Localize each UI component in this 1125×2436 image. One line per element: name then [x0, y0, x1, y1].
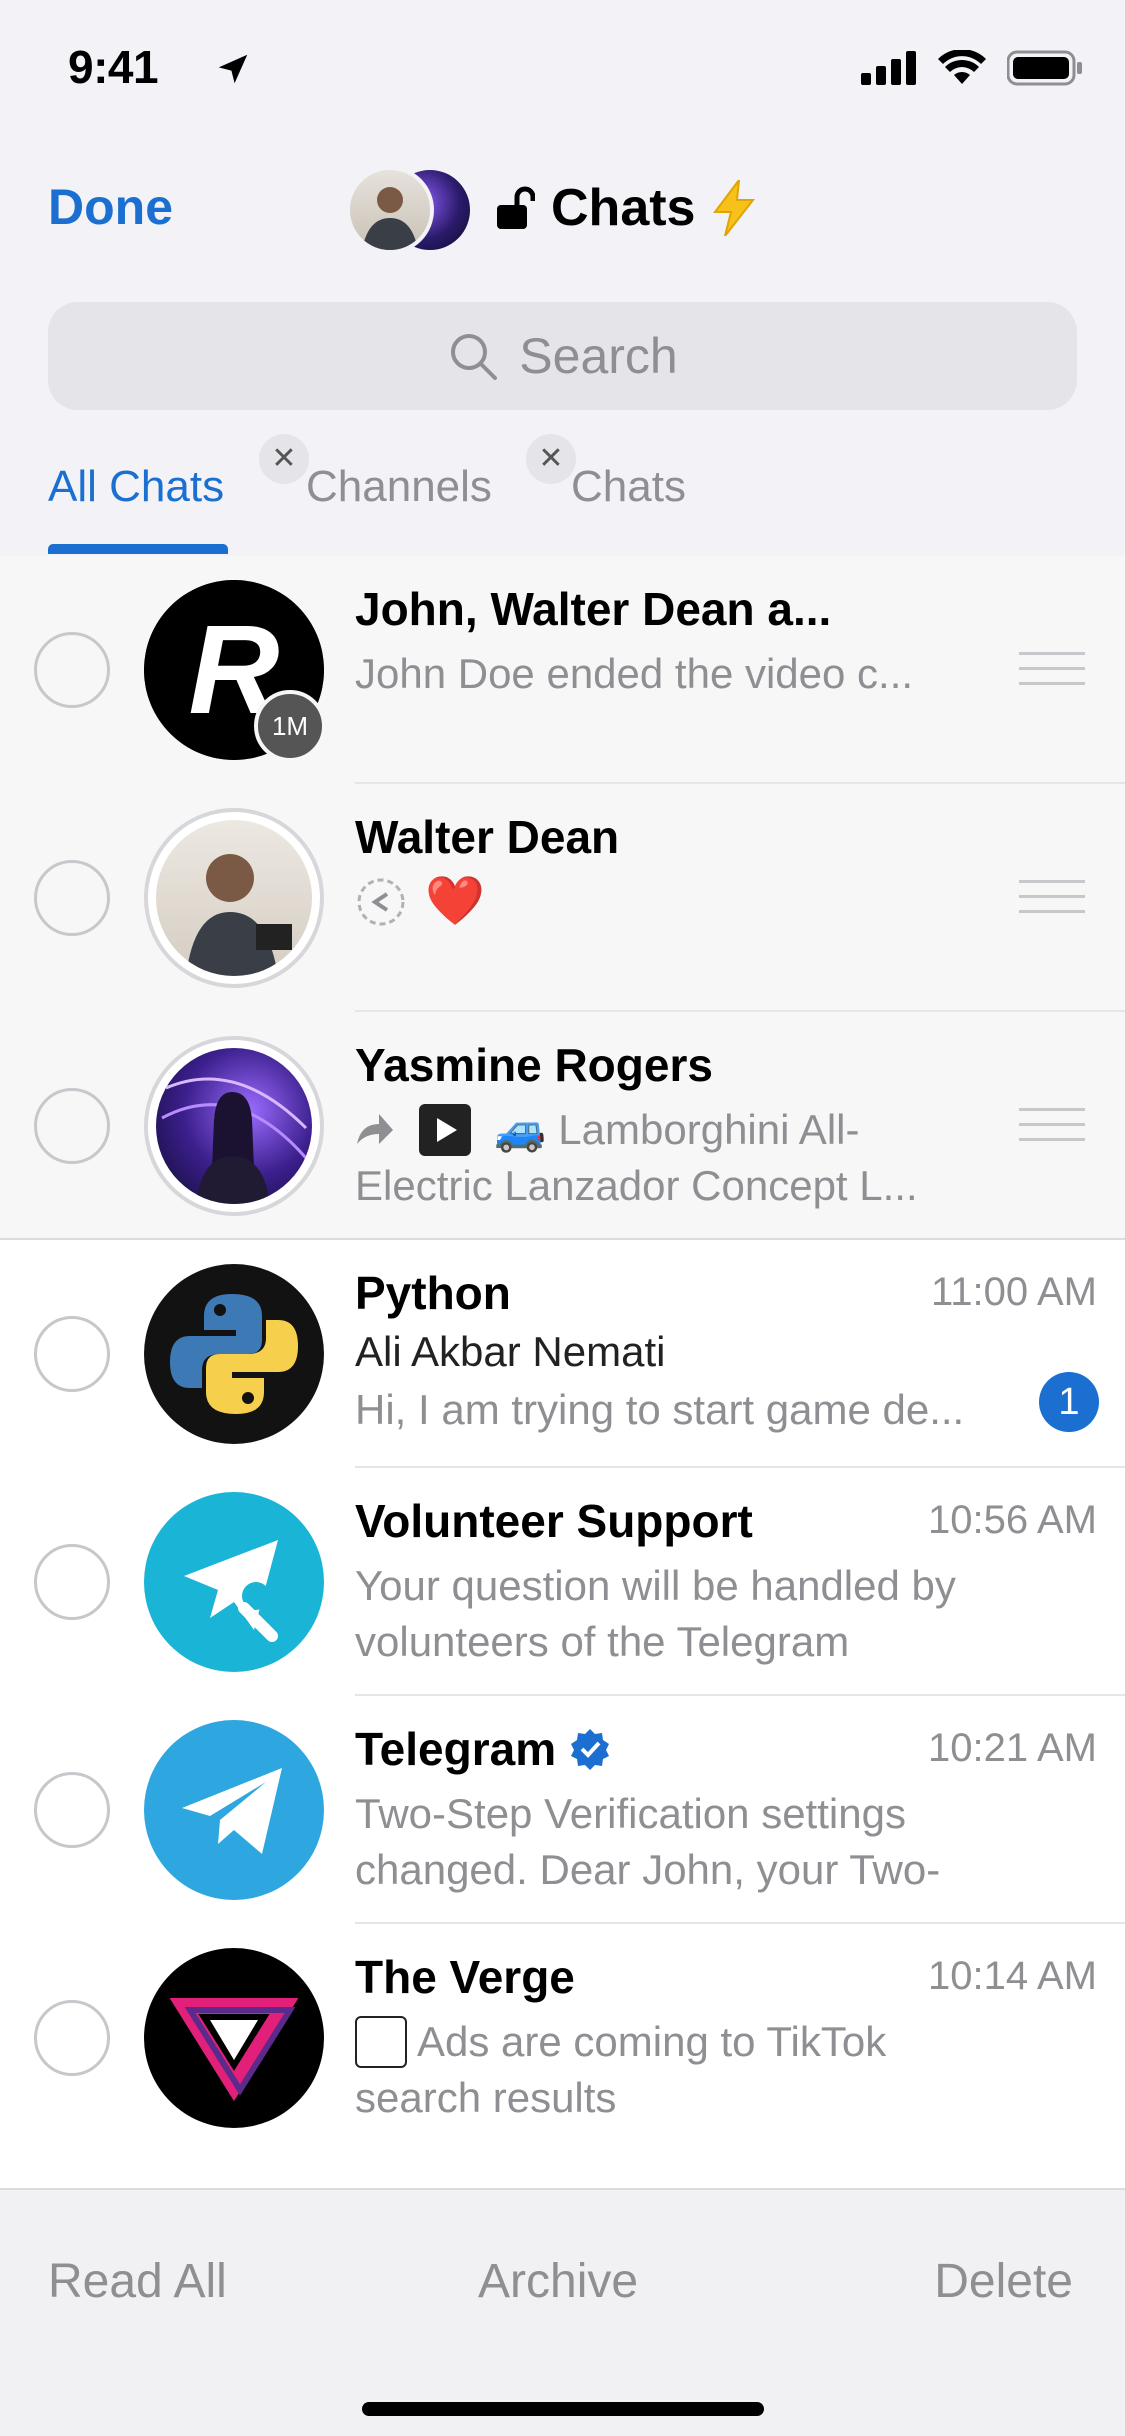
header-avatar-walter	[346, 166, 434, 254]
delete-button[interactable]: Delete	[934, 2254, 1073, 2309]
chat-preview: John Doe ended the video c...	[355, 650, 914, 697]
person-photo-icon	[362, 187, 418, 250]
search-icon	[451, 334, 498, 380]
avatar-yasmine-rogers	[144, 1036, 324, 1216]
chat-time: 10:21 AM	[927, 1726, 1097, 1770]
folder-tabs: All Chats ✕ Channels ✕ Chats	[0, 420, 1125, 556]
support-wrench-icon	[184, 1540, 278, 1642]
auto-delete-timer-badge: 1M	[254, 690, 326, 762]
chat-row-yasmine-rogers[interactable]: Yasmine Rogers 🚙 Lamborghini All-Electri…	[0, 1012, 1125, 1240]
status-time: 9:41	[68, 41, 159, 93]
header-title-wrap: Chats	[495, 178, 757, 238]
chat-name-wrap: Telegram	[355, 1722, 612, 1776]
page-title: Chats	[551, 179, 696, 237]
remove-chats-tab-close-icon[interactable]: ✕	[526, 434, 576, 484]
tab-channels[interactable]: Channels	[306, 462, 492, 512]
person-photo-icon	[161, 1077, 308, 1204]
header-avatars[interactable]	[346, 166, 476, 254]
wifi-icon	[938, 50, 986, 84]
chat-sender: Ali Akbar Nemati	[355, 1328, 666, 1375]
chat-list: R 1M John, Walter Dean a... John Doe end…	[0, 556, 1125, 2152]
person-photo-icon	[186, 854, 292, 976]
chat-preview-wrap: 🚙 Lamborghini All-Electric Lanzador Conc…	[355, 1102, 975, 1214]
tab-all-chats[interactable]: All Chats	[48, 462, 224, 512]
chat-name: Volunteer Support	[355, 1495, 753, 1547]
chat-row-python[interactable]: Python 11:00 AM Ali Akbar Nemati Hi, I a…	[0, 1240, 1125, 1468]
active-tab-indicator	[48, 544, 228, 554]
chat-preview-wrap: Ads are coming to TikTok search results …	[355, 2014, 975, 2126]
done-button[interactable]: Done	[48, 178, 173, 236]
chat-row-walter-dean[interactable]: Walter Dean ❤️	[0, 784, 1125, 1012]
search-placeholder: Search	[519, 328, 678, 384]
select-checkbox[interactable]	[34, 1772, 110, 1848]
app-screen: 9:41 Done Chats Search All Chats ✕ Chann…	[0, 0, 1125, 2436]
lightning-bolt-icon[interactable]	[711, 180, 757, 236]
chat-row-the-verge[interactable]: The Verge 10:14 AM Ads are coming to Tik…	[0, 1924, 1125, 2152]
chat-time: 11:00 AM	[930, 1270, 1097, 1314]
home-indicator	[362, 2402, 764, 2416]
select-checkbox[interactable]	[34, 632, 110, 708]
chat-row-group[interactable]: R 1M John, Walter Dean a... John Doe end…	[0, 556, 1125, 784]
chat-name: Yasmine Rogers	[355, 1039, 713, 1091]
chat-preview: Hi, I am trying to start game de...	[355, 1386, 965, 1433]
unlock-icon	[497, 186, 535, 229]
chat-preview-wrap: ❤️	[355, 874, 975, 930]
verge-logo-icon	[169, 1998, 299, 2102]
avatar-python	[144, 1264, 324, 1444]
select-checkbox[interactable]	[34, 1544, 110, 1620]
verified-badge-icon	[571, 1729, 610, 1770]
unread-badge: 1	[1039, 1372, 1099, 1432]
play-icon	[436, 1118, 457, 1142]
read-all-button[interactable]: Read All	[48, 2254, 227, 2309]
avatar-walter-dean	[144, 808, 324, 988]
avatar-group-r: R 1M	[144, 580, 326, 762]
reorder-handle-icon[interactable]	[1019, 652, 1085, 688]
select-checkbox[interactable]	[34, 1316, 110, 1392]
tab-chats[interactable]: Chats	[571, 462, 686, 512]
chat-name: Telegram	[355, 1723, 557, 1775]
select-checkbox[interactable]	[34, 2000, 110, 2076]
chat-preview: ❤️	[425, 875, 485, 928]
forward-arrow-icon	[357, 1114, 393, 1144]
reorder-handle-icon[interactable]	[1019, 880, 1085, 916]
battery-icon	[1007, 50, 1082, 86]
chat-row-volunteer-support[interactable]: Volunteer Support 10:56 AM Your question…	[0, 1468, 1125, 1696]
chat-name: John, Walter Dean a...	[355, 583, 832, 635]
status-icons	[861, 50, 1083, 86]
select-checkbox[interactable]	[34, 860, 110, 936]
chat-preview: Two-Step Verification settings changed. …	[355, 1790, 941, 1893]
chat-time: 10:14 AM	[927, 1954, 1097, 1998]
search-bar[interactable]: Search	[48, 302, 1077, 410]
reply-arrow-icon	[357, 878, 405, 926]
chat-name: Python	[355, 1267, 511, 1319]
avatar-volunteer-support	[144, 1492, 324, 1672]
telegram-logo-icon	[182, 1768, 282, 1854]
chat-preview: Ads are coming to TikTok search results …	[355, 2018, 887, 2121]
location-arrow-icon	[218, 54, 248, 84]
cellular-signal-icon	[861, 51, 916, 85]
avatar-telegram	[144, 1720, 324, 1900]
archive-button[interactable]: Archive	[478, 2254, 638, 2309]
avatar-the-verge	[144, 1948, 324, 2128]
remove-channels-tab-close-icon[interactable]: ✕	[259, 434, 309, 484]
chat-row-telegram[interactable]: Telegram 10:21 AM Two-Step Verification …	[0, 1696, 1125, 1924]
python-logo-icon	[170, 1294, 298, 1414]
video-thumbnail	[418, 1104, 471, 1156]
tiktok-thumbnail-icon	[355, 2016, 407, 2068]
chat-name: Walter Dean	[355, 811, 620, 863]
select-checkbox[interactable]	[34, 1088, 110, 1164]
reorder-handle-icon[interactable]	[1019, 1108, 1085, 1144]
top-section: 9:41 Done Chats Search All Chats ✕ Chann…	[0, 0, 1125, 556]
chat-preview: Your question will be handled by volunte…	[355, 1562, 956, 1665]
bottom-toolbar: Read All Archive Delete	[0, 2188, 1125, 2436]
chat-name: The Verge	[355, 1951, 575, 2003]
chat-time: 10:56 AM	[927, 1498, 1097, 1542]
